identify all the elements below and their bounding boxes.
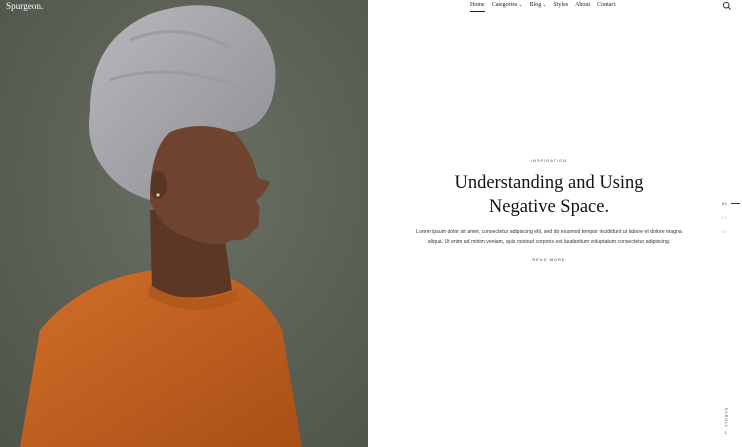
slide-pagination: 01 02 03 xyxy=(722,201,742,243)
nav-label: About xyxy=(575,2,591,8)
slide-number[interactable]: 01 xyxy=(722,201,742,215)
featured-article: Inspiration Understanding and Using Nega… xyxy=(404,158,694,266)
chevron-down-icon: ⌄ xyxy=(518,3,523,8)
read-more-link[interactable]: Read More xyxy=(532,257,565,262)
article-category[interactable]: Inspiration xyxy=(404,158,694,163)
hero-image: Spurgeon. xyxy=(0,0,368,447)
nav-item-about[interactable]: About xyxy=(575,2,590,12)
nav-label: Home xyxy=(470,2,485,8)
scroll-label: Scroll xyxy=(724,407,729,429)
scroll-indicator[interactable]: Scroll ↓ xyxy=(722,406,730,436)
content-panel: Home Categories⌄ Blog⌄ Styles About Cont… xyxy=(368,0,742,447)
title-line-1: Understanding and Using xyxy=(454,173,644,193)
title-line-2: Negative Space. xyxy=(488,197,610,217)
nav-item-blog[interactable]: Blog⌄ xyxy=(530,2,547,12)
nav-item-home[interactable]: Home xyxy=(470,2,485,12)
arrow-down-icon: ↓ xyxy=(724,430,727,436)
search-icon[interactable] xyxy=(722,1,732,11)
nav-label: Categories xyxy=(491,2,518,8)
nav-label: Styles xyxy=(553,2,569,8)
nav-item-styles[interactable]: Styles xyxy=(553,2,568,12)
article-excerpt: Lorem ipsum dolor sit amet, consectetur … xyxy=(416,229,682,245)
nav-label: Blog xyxy=(529,2,542,8)
portrait-illustration xyxy=(0,0,368,447)
site-logo[interactable]: Spurgeon. xyxy=(6,1,44,11)
slide-number[interactable]: 02 xyxy=(722,215,742,229)
main-nav: Home Categories⌄ Blog⌄ Styles About Cont… xyxy=(470,2,616,12)
nav-item-contact[interactable]: Contact xyxy=(597,2,616,12)
nav-item-categories[interactable]: Categories⌄ xyxy=(492,2,523,12)
slide-number[interactable]: 03 xyxy=(722,229,742,243)
article-title[interactable]: Understanding and Using Negative Space. xyxy=(404,171,694,219)
chevron-down-icon: ⌄ xyxy=(542,3,547,8)
nav-label: Contact xyxy=(597,2,616,8)
